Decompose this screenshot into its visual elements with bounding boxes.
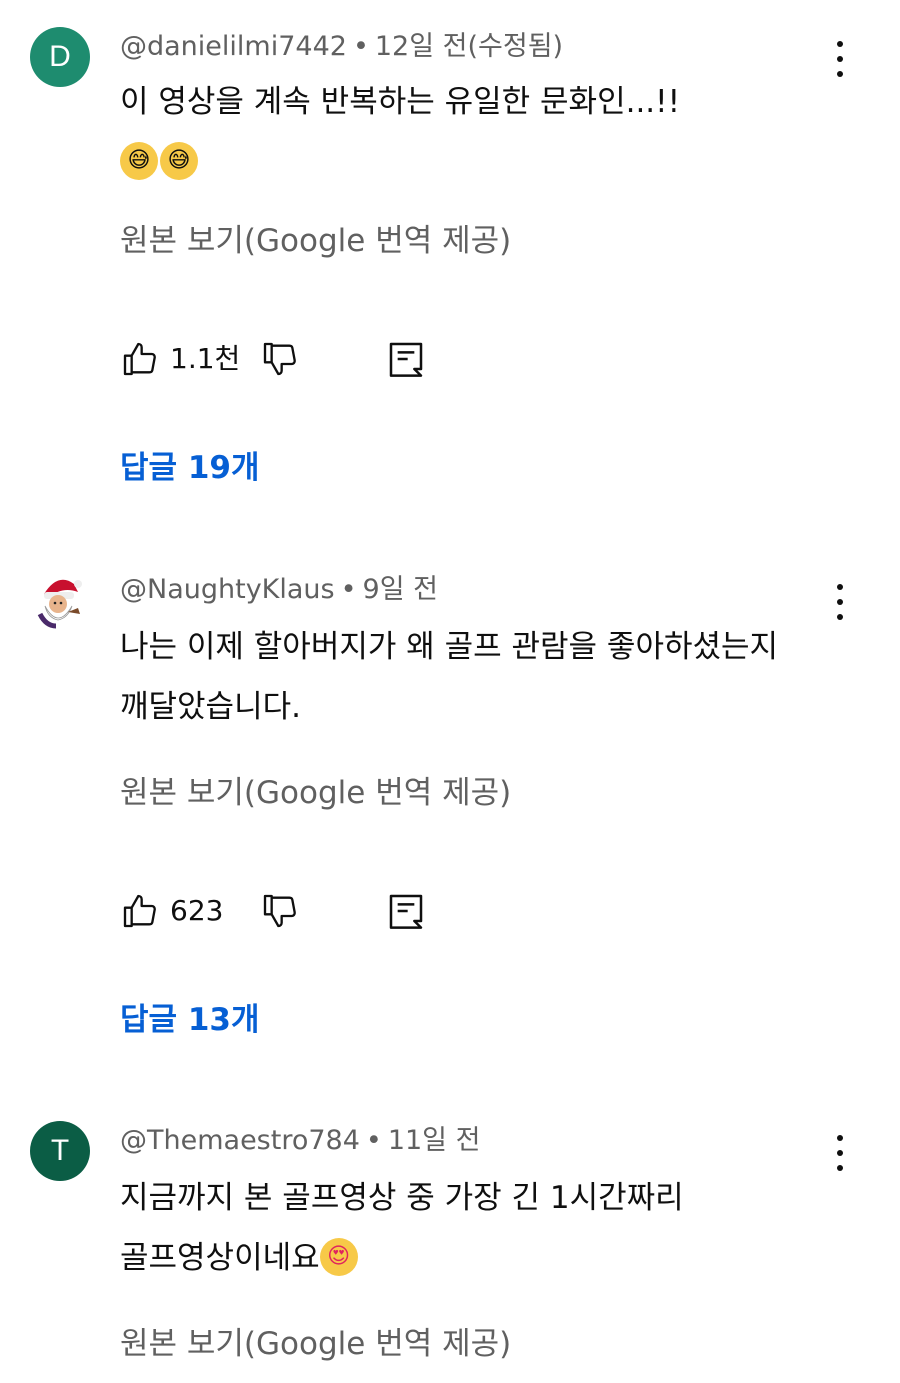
- like-icon[interactable]: [120, 891, 160, 931]
- replies-button[interactable]: 답글 13개: [120, 998, 260, 1042]
- comment-text-segment: 골프영상이네요: [120, 1240, 320, 1276]
- comment-header: @NaughtyKlaus • 9일 전: [120, 570, 438, 610]
- author-name[interactable]: @danielilmi7442: [120, 31, 347, 62]
- see-original-link[interactable]: 원본 보기(Google 번역 제공): [120, 219, 511, 263]
- comment-header: @Themaestro784 • 11일 전: [120, 1121, 480, 1161]
- replies-button[interactable]: 답글 19개: [120, 446, 260, 490]
- see-original-link[interactable]: 원본 보기(Google 번역 제공): [120, 771, 511, 815]
- comment-text-line: 지금까지 본 골프영상 중 가장 긴 1시간짜리: [120, 1180, 684, 1216]
- comment-text-line: 골프영상이네요 😍: [120, 1228, 840, 1288]
- reply-icon[interactable]: [386, 891, 426, 931]
- santa-icon: [37, 579, 82, 629]
- heart-eyes-emoji-icon: 😍: [319, 1237, 358, 1276]
- avatar-letter: D: [49, 40, 71, 73]
- comment-actions: 1.1천: [120, 339, 440, 383]
- author-name[interactable]: @Themaestro784: [120, 1125, 360, 1156]
- dislike-icon[interactable]: [260, 339, 300, 379]
- comment-actions: 623: [120, 891, 440, 935]
- comment-text: 나는 이제 할아버지가 왜 골프 관람을 좋아하셨는지 깨달았습니다.: [120, 617, 840, 737]
- comment-text: 지금까지 본 골프영상 중 가장 긴 1시간짜리 골프영상이네요 😍: [120, 1168, 840, 1288]
- sweat-smile-emoji-icon: 😅: [120, 141, 158, 180]
- author-name[interactable]: @NaughtyKlaus: [120, 574, 335, 605]
- comment-time[interactable]: 11일 전: [388, 1125, 481, 1156]
- dislike-icon[interactable]: [260, 891, 300, 931]
- comment-text-line: 나는 이제 할아버지가 왜 골프 관람을 좋아하셨는지: [120, 629, 779, 665]
- reply-icon[interactable]: [386, 339, 426, 379]
- comment-emoji-line: 😅 😅: [120, 132, 840, 192]
- comment-text-line: 이 영상을 계속 반복하는 유일한 문화인...!!: [120, 84, 681, 120]
- like-count: 623: [170, 894, 224, 927]
- separator: •: [340, 574, 357, 605]
- separator: •: [352, 31, 369, 62]
- sweat-smile-emoji-icon: 😅: [160, 141, 198, 180]
- see-original-link[interactable]: 원본 보기(Google 번역 제공): [120, 1322, 511, 1366]
- avatar-letter: T: [50, 1134, 70, 1167]
- separator: •: [365, 1125, 382, 1156]
- avatar[interactable]: T: [30, 1121, 90, 1181]
- avatar[interactable]: D: [30, 27, 90, 87]
- comment-header: @danielilmi7442 • 12일 전(수정됨): [120, 27, 563, 67]
- comment-time[interactable]: 12일 전(수정됨): [375, 31, 563, 62]
- comment-text-line: 깨달았습니다.: [120, 689, 301, 725]
- comment-text: 이 영상을 계속 반복하는 유일한 문화인...!! 😅 😅: [120, 72, 840, 192]
- santa-avatar-icon[interactable]: [30, 570, 90, 630]
- comment-time[interactable]: 9일 전: [363, 574, 438, 605]
- like-icon[interactable]: [120, 339, 160, 379]
- like-count: 1.1천: [170, 342, 241, 375]
